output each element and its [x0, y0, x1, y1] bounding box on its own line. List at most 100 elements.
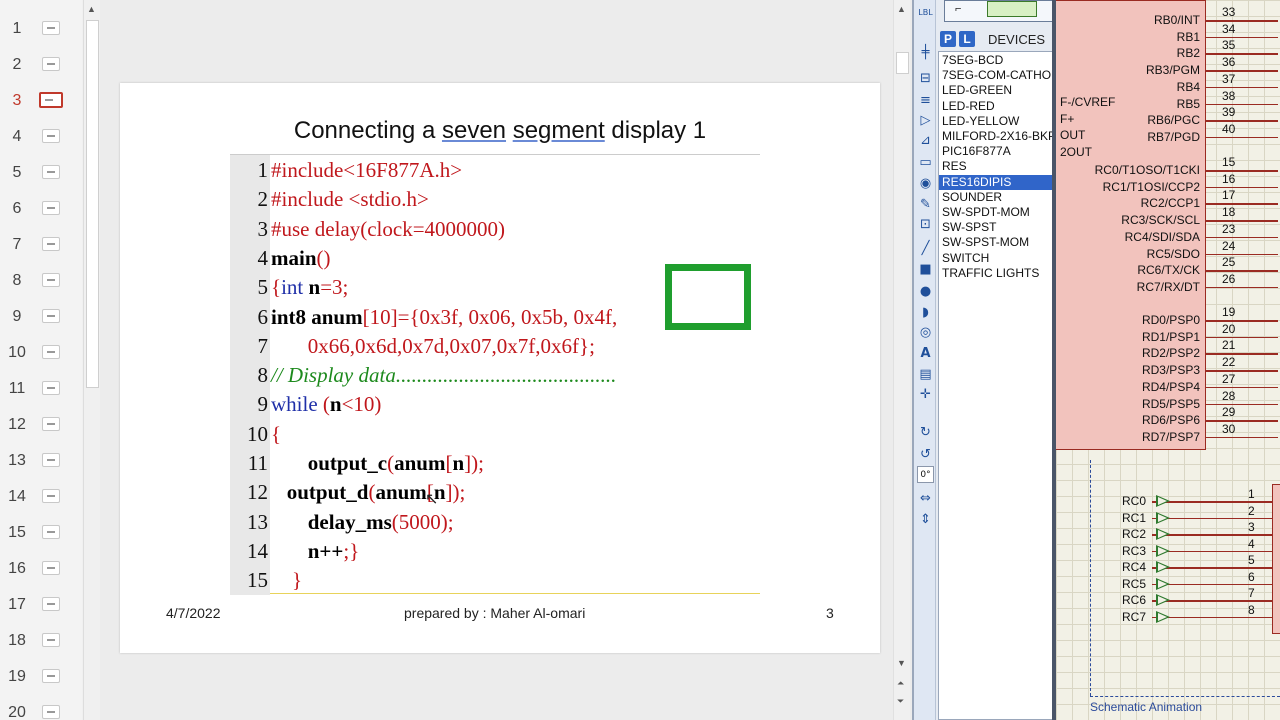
rotate-anticlockwise-icon[interactable]: ↺	[917, 446, 934, 463]
device-list-item[interactable]: TRAFFIC LIGHTS	[939, 266, 1053, 281]
device-list-item[interactable]: SW-SPDT-MOM	[939, 205, 1053, 220]
label-tool-icon[interactable]: LBL	[917, 4, 934, 21]
tape-tool-icon[interactable]: ▭	[917, 154, 934, 171]
slide-thumbnail[interactable]: 4	[0, 118, 82, 154]
slide-thumbnail[interactable]: 8	[0, 262, 82, 298]
slide-number: 11	[8, 380, 26, 397]
thumbnail-scrollbar[interactable]: ▲	[83, 0, 100, 720]
next-slide-icon[interactable]: ⏷	[897, 696, 904, 707]
footer-page-number: 3	[826, 605, 834, 621]
device-list-item[interactable]: SWITCH	[939, 251, 1053, 266]
title-text: segment	[512, 117, 605, 144]
terminal-tool-icon[interactable]: ▷	[917, 112, 934, 129]
slide-thumbnail[interactable]: 13	[0, 442, 82, 478]
pin-wire	[1206, 420, 1278, 422]
rotation-angle-field[interactable]: 0°	[917, 466, 934, 483]
component-tool-icon[interactable]: ⊟	[917, 70, 934, 87]
instrument-tool-icon[interactable]: ⊡	[917, 216, 934, 233]
device-list-item[interactable]: SW-SPST-MOM	[939, 235, 1053, 250]
circle-tool-icon[interactable]: ●	[917, 283, 934, 300]
code-token: main	[271, 245, 317, 270]
device-list-item[interactable]: LED-RED	[939, 99, 1053, 114]
thumbnail-scroll-thumb[interactable]	[86, 20, 99, 388]
device-list-item[interactable]: LED-GREEN	[939, 83, 1053, 98]
slide-thumbnail[interactable]: 9	[0, 298, 82, 334]
line-number: 4	[257, 245, 269, 270]
preview-line	[47, 567, 55, 569]
generator-tool-icon[interactable]: ◉	[917, 175, 934, 192]
terminal-wire	[1152, 550, 1272, 552]
slide-number: 2	[12, 56, 22, 73]
slide-canvas[interactable]: Connecting a seven segment display 1 1 #i…	[120, 83, 880, 653]
junction-tool-icon[interactable]: ╪	[917, 44, 934, 61]
slide-thumbnail[interactable]: 2	[0, 46, 82, 82]
slide-thumbnail[interactable]: 20	[0, 694, 82, 720]
line-tool-icon[interactable]: ╱	[917, 240, 934, 257]
res16dipis-component[interactable]	[1272, 484, 1280, 634]
device-list-item[interactable]: SOUNDER	[939, 190, 1053, 205]
device-list-item[interactable]: 7SEG-BCD	[939, 53, 1053, 68]
slide-thumbnail[interactable]: 17	[0, 586, 82, 622]
device-list-item[interactable]: PIC16F877A	[939, 144, 1053, 159]
slide-thumbnail[interactable]: 15	[0, 514, 82, 550]
slide-number: 17	[8, 596, 26, 613]
previous-slide-icon[interactable]: ⏶	[897, 678, 904, 689]
device-list-item[interactable]: LED-YELLOW	[939, 114, 1053, 129]
pin-wire	[1206, 403, 1278, 405]
device-list[interactable]: 7SEG-BCD7SEG-COM-CATHODELED-GREENLED-RED…	[938, 51, 1054, 720]
slide-preview-icon	[42, 525, 60, 539]
slide-scroll-thumb[interactable]	[896, 52, 909, 74]
slide-scrollbar[interactable]: ▲ ▼ ⏶ ⏷	[893, 0, 910, 720]
slide-thumbnail[interactable]: 11	[0, 370, 82, 406]
slide-title[interactable]: Connecting a seven segment display 1	[120, 117, 880, 145]
marker-tool-icon[interactable]: ✛	[917, 386, 934, 403]
preview-line	[47, 171, 55, 173]
device-list-item[interactable]: 7SEG-COM-CATHODE	[939, 68, 1053, 83]
code-line: 15 }	[230, 566, 760, 595]
pick-devices-button[interactable]: P	[940, 31, 956, 47]
text-tool-icon[interactable]: A	[917, 345, 934, 362]
slide-thumbnail[interactable]: 18	[0, 622, 82, 658]
slide-thumbnail[interactable]: 7	[0, 226, 82, 262]
text-script-tool-icon[interactable]: ≡	[917, 92, 934, 109]
rotate-clockwise-icon[interactable]: ↻	[917, 424, 934, 441]
schematic-canvas[interactable]: Schematic Animation RB0/INT 33 RB1 34 RB2 35 R…	[1056, 0, 1280, 720]
pin-number: 19	[1222, 305, 1236, 319]
line-number: 3	[257, 216, 269, 241]
slide-thumbnail[interactable]: 16	[0, 550, 82, 586]
mirror-x-icon[interactable]: ⇔	[917, 490, 934, 507]
device-list-item[interactable]: SW-SPST	[939, 220, 1053, 235]
slide-thumbnail[interactable]: 3	[0, 82, 82, 118]
slide-preview-icon	[42, 489, 60, 503]
arc-tool-icon[interactable]: ◗	[917, 304, 934, 321]
slide-thumbnail[interactable]: 19	[0, 658, 82, 694]
symbol-tool-icon[interactable]: ▤	[917, 366, 934, 383]
path-tool-icon[interactable]: ◎	[917, 324, 934, 341]
slide-thumbnail[interactable]: 1	[0, 10, 82, 46]
device-list-item[interactable]: RES	[939, 159, 1053, 174]
slide-thumbnail[interactable]: 12	[0, 406, 82, 442]
pin-label: RB5	[1176, 96, 1200, 111]
terminal-label: RC1	[1122, 510, 1147, 525]
slide-thumbnail[interactable]: 14	[0, 478, 82, 514]
scroll-down-arrow-icon[interactable]: ▼	[897, 658, 906, 668]
device-list-item[interactable]: MILFORD-2X16-BKP	[939, 129, 1053, 144]
device-list-item[interactable]: RES16DIPIS	[939, 174, 1053, 190]
slide-thumbnail[interactable]: 6	[0, 190, 82, 226]
slide-thumbnail[interactable]: 10	[0, 334, 82, 370]
highlight-box[interactable]	[665, 264, 751, 330]
terminal-label: RC4	[1122, 560, 1147, 574]
box-tool-icon[interactable]: ■	[917, 261, 934, 278]
line-number: 1	[257, 158, 269, 182]
code-listing[interactable]: 1 #include<16F877A.h> 2 #include <stdio.h> 3…	[230, 154, 760, 595]
scroll-up-arrow-icon[interactable]: ▲	[897, 4, 906, 14]
code-line: 3 #use delay(clock=4000000)	[230, 215, 760, 244]
mirror-y-icon[interactable]: ⇕	[917, 511, 934, 528]
slide-thumbnail[interactable]: 5	[0, 154, 82, 190]
probe-tool-icon[interactable]: ✎	[917, 196, 934, 213]
scroll-up-arrow-icon[interactable]: ▲	[87, 4, 96, 14]
graph-tool-icon[interactable]: ⊿	[917, 132, 934, 149]
library-manager-button[interactable]: L	[959, 31, 975, 47]
code-token: }	[271, 568, 303, 593]
